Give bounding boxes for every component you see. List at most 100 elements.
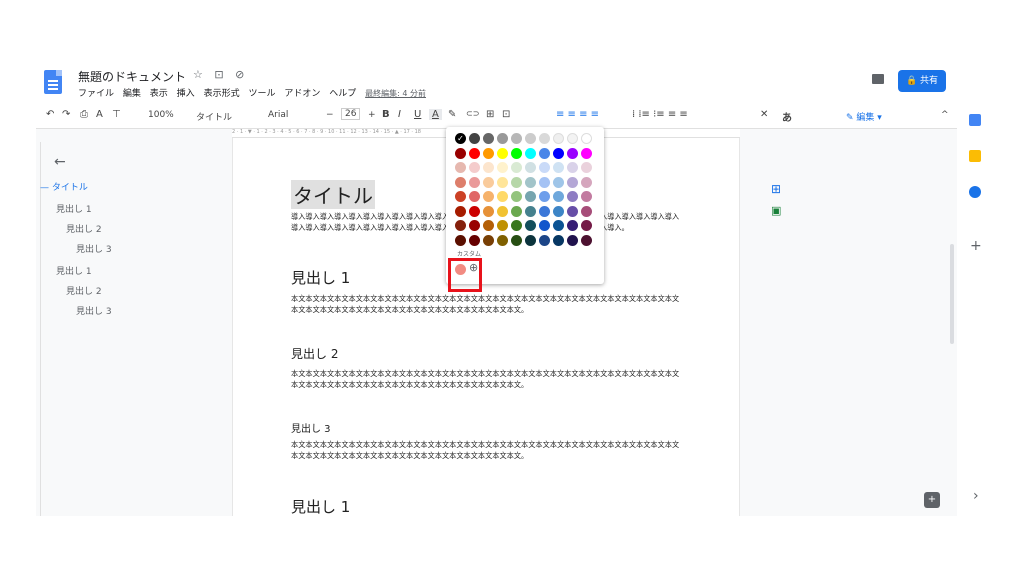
color-swatch[interactable] bbox=[469, 220, 480, 231]
spellcheck-icon[interactable]: A bbox=[96, 109, 103, 120]
align-icons[interactable]: ≡ ≡ ≡ ≡ bbox=[556, 109, 599, 120]
color-swatch[interactable] bbox=[539, 205, 550, 217]
color-swatch[interactable] bbox=[497, 147, 508, 159]
color-swatch[interactable] bbox=[483, 162, 494, 173]
color-swatch[interactable] bbox=[581, 176, 592, 188]
color-swatch[interactable] bbox=[511, 176, 522, 188]
color-swatch[interactable] bbox=[525, 162, 536, 173]
back-arrow-icon[interactable]: ← bbox=[54, 154, 66, 170]
collapse-menu-icon[interactable]: ^ bbox=[941, 110, 949, 120]
color-swatch[interactable] bbox=[553, 220, 564, 231]
color-swatch[interactable] bbox=[497, 133, 508, 144]
color-swatch[interactable] bbox=[483, 191, 494, 202]
color-swatch[interactable] bbox=[553, 191, 564, 202]
color-swatch[interactable] bbox=[567, 133, 578, 144]
color-swatch[interactable] bbox=[525, 234, 536, 246]
color-swatch[interactable] bbox=[539, 191, 550, 202]
menu-insert[interactable]: 挿入 bbox=[177, 89, 195, 99]
heading-1[interactable]: 見出し 1 bbox=[291, 496, 350, 516]
comment-history-icon[interactable] bbox=[872, 74, 884, 84]
color-swatch[interactable] bbox=[497, 191, 508, 202]
doc-title-heading[interactable]: タイトル bbox=[291, 180, 375, 209]
scrollbar[interactable] bbox=[950, 244, 954, 344]
color-swatch[interactable] bbox=[511, 234, 522, 246]
color-swatch[interactable] bbox=[511, 147, 522, 159]
docs-logo-icon[interactable] bbox=[44, 70, 62, 94]
color-swatch[interactable] bbox=[553, 147, 564, 159]
menu-edit[interactable]: 編集 bbox=[123, 89, 141, 99]
color-swatch[interactable] bbox=[469, 205, 480, 217]
color-swatch[interactable] bbox=[483, 234, 494, 246]
menu-file[interactable]: ファイル bbox=[78, 89, 114, 99]
color-swatch[interactable] bbox=[553, 234, 564, 246]
heading-2[interactable]: 見出し 2 bbox=[291, 345, 338, 362]
color-swatch[interactable] bbox=[511, 133, 522, 144]
color-swatch[interactable] bbox=[567, 205, 578, 217]
font-decrease-button[interactable]: − bbox=[326, 110, 334, 120]
color-swatch[interactable] bbox=[539, 234, 550, 246]
color-swatch[interactable] bbox=[469, 133, 480, 144]
outline-item-h1[interactable]: 見出し 1 bbox=[56, 264, 92, 277]
print-icon[interactable]: ⎙ bbox=[80, 109, 88, 120]
color-swatch[interactable] bbox=[469, 147, 480, 159]
underline-button[interactable]: U bbox=[414, 109, 421, 120]
text-color-button[interactable]: A bbox=[429, 109, 442, 120]
document-title[interactable]: 無題のドキュメント bbox=[78, 68, 186, 85]
keep-icon[interactable] bbox=[969, 150, 981, 162]
color-swatch[interactable] bbox=[581, 220, 592, 231]
body-paragraph[interactable]: 本文本文本文本文本文本文本文本文本文本文本文本文本文本文本文本文本文本文本文本文… bbox=[291, 369, 685, 390]
heading-1[interactable]: 見出し 1 bbox=[291, 267, 350, 288]
suggest-edit-icon[interactable]: ▣ bbox=[771, 204, 781, 217]
color-swatch[interactable] bbox=[469, 191, 480, 202]
font-size-input[interactable]: 26 bbox=[341, 108, 361, 120]
color-swatch[interactable] bbox=[455, 234, 466, 246]
clear-format-icon[interactable]: ✕ bbox=[760, 109, 768, 120]
color-swatch[interactable] bbox=[525, 205, 536, 217]
color-swatch[interactable] bbox=[497, 176, 508, 188]
color-swatch[interactable] bbox=[483, 133, 494, 144]
color-swatch[interactable] bbox=[469, 176, 480, 188]
color-swatch[interactable] bbox=[539, 147, 550, 159]
explore-button[interactable]: + bbox=[924, 492, 940, 508]
outline-item-h1[interactable]: 見出し 1 bbox=[56, 202, 92, 215]
menu-view[interactable]: 表示 bbox=[150, 89, 168, 99]
color-swatch[interactable] bbox=[497, 220, 508, 231]
menu-addons[interactable]: アドオン bbox=[284, 89, 320, 99]
color-swatch[interactable] bbox=[553, 162, 564, 173]
color-swatch[interactable] bbox=[497, 162, 508, 173]
outline-item-h3[interactable]: 見出し 3 bbox=[76, 242, 112, 255]
share-button[interactable]: 🔒 共有 bbox=[898, 70, 946, 92]
color-swatch[interactable] bbox=[511, 162, 522, 173]
font-select[interactable]: Arial bbox=[268, 110, 288, 120]
color-swatch[interactable] bbox=[483, 205, 494, 217]
color-swatch[interactable] bbox=[497, 234, 508, 246]
get-addons-icon[interactable]: + bbox=[970, 238, 982, 254]
color-swatch[interactable] bbox=[567, 176, 578, 188]
add-comment-icon[interactable]: ⊞ bbox=[486, 109, 494, 120]
color-swatch[interactable] bbox=[455, 176, 466, 188]
color-swatch[interactable] bbox=[581, 234, 592, 246]
input-tools-icon[interactable]: あ bbox=[782, 109, 792, 124]
color-swatch[interactable] bbox=[581, 162, 592, 173]
style-select[interactable]: タイトル bbox=[196, 110, 232, 123]
editing-mode-select[interactable]: ✎ 編集 ▾ bbox=[846, 110, 882, 123]
heading-3[interactable]: 見出し 3 bbox=[291, 420, 331, 435]
color-swatch[interactable] bbox=[553, 133, 564, 144]
list-icons[interactable]: ⁞ ⁞≡ ⁝≡ ≡ ≡ bbox=[632, 109, 688, 120]
add-comment-side-icon[interactable]: ⊞ bbox=[771, 182, 781, 196]
menu-help[interactable]: ヘルプ bbox=[329, 89, 356, 99]
color-swatch[interactable] bbox=[469, 234, 480, 246]
body-paragraph[interactable]: 本文本文本文本文本文本文本文本文本文本文本文本文本文本文本文本文本文本文本文本文… bbox=[291, 294, 685, 315]
calendar-icon[interactable] bbox=[969, 114, 981, 126]
insert-image-icon[interactable]: ⊡ bbox=[502, 109, 510, 120]
color-swatch[interactable] bbox=[483, 220, 494, 231]
color-swatch[interactable]: ✓ bbox=[455, 133, 466, 144]
outline-item-h3[interactable]: 見出し 3 bbox=[76, 304, 112, 317]
color-swatch[interactable] bbox=[581, 191, 592, 202]
color-swatch[interactable] bbox=[455, 220, 466, 231]
color-swatch[interactable] bbox=[539, 176, 550, 188]
color-swatch[interactable] bbox=[539, 220, 550, 231]
body-paragraph[interactable]: 本文本文本文本文本文本文本文本文本文本文本文本文本文本文本文本文本文本文本文本文… bbox=[291, 440, 685, 461]
color-swatch[interactable] bbox=[525, 176, 536, 188]
color-swatch[interactable] bbox=[539, 133, 550, 144]
